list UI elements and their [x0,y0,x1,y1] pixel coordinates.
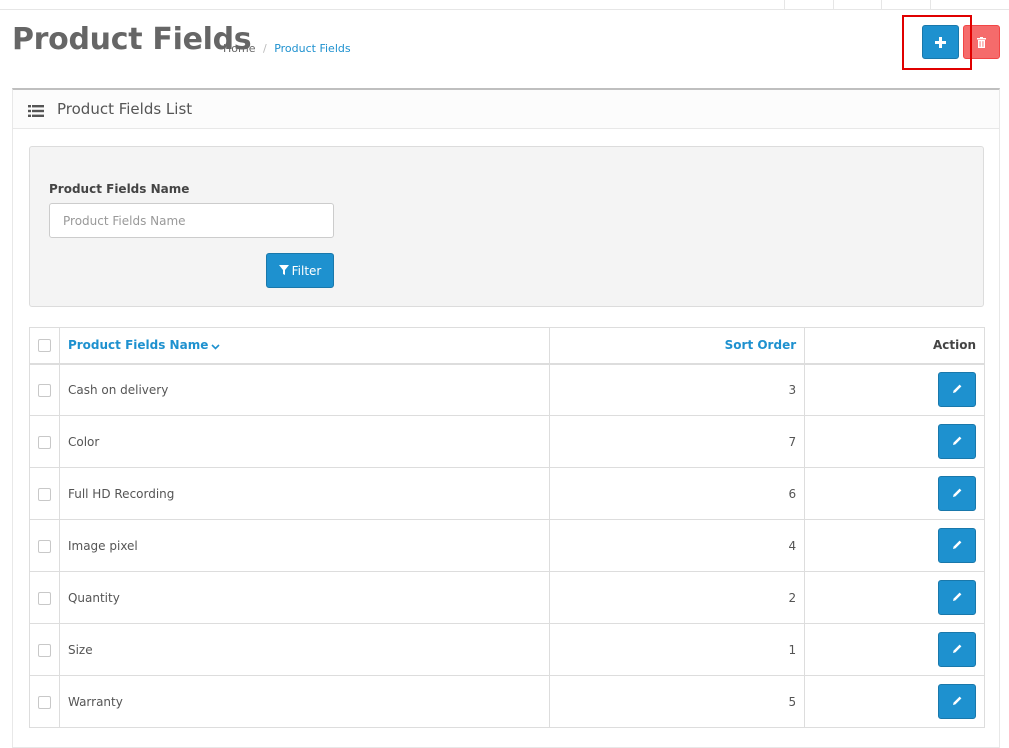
row-checkbox[interactable] [37,487,51,501]
row-sort-order: 1 [549,623,806,676]
row-action-cell [804,675,985,728]
edit-button[interactable] [938,580,976,615]
row-checkbox[interactable] [37,591,51,605]
top-navbar [0,0,1009,10]
filter-section: Product Fields Name Filter [29,146,984,307]
row-sort-order: 5 [549,675,806,728]
row-checkbox[interactable] [37,383,51,397]
product-fields-panel: Product Fields List Product Fields Name … [12,88,1000,748]
row-action-cell [804,467,985,520]
breadcrumb-separator: / [262,42,267,55]
trash-icon [977,33,986,52]
column-header-sort-order[interactable]: Sort Order [549,327,806,365]
pencil-icon [952,643,963,657]
edit-button[interactable] [938,528,976,563]
table-row: Color 7 [29,415,985,468]
pencil-icon [952,435,963,449]
table-header-row: Product Fields Name Sort Order Action [29,327,985,365]
breadcrumb: Home / Product Fields [223,42,351,55]
column-header-name-label: Product Fields Name [67,338,209,352]
row-sort-order: 4 [549,519,806,572]
row-select-cell [29,675,60,728]
row-action-cell [804,363,985,416]
row-checkbox[interactable] [37,539,51,553]
row-name: Quantity [58,571,551,624]
filter-button[interactable]: Filter [266,253,334,288]
select-all-checkbox[interactable] [37,339,51,353]
row-sort-order: 6 [549,467,806,520]
column-header-name[interactable]: Product Fields Name [58,327,551,365]
navbar-divider [930,0,931,10]
navbar-divider [881,0,882,10]
row-action-cell [804,571,985,624]
row-sort-order: 7 [549,415,806,468]
pencil-icon [952,695,963,709]
edit-button[interactable] [938,632,976,667]
table-row: Image pixel 4 [29,519,985,572]
pencil-icon [952,487,963,501]
edit-button[interactable] [938,684,976,719]
product-fields-table: Product Fields Name Sort Order Action Ca… [29,327,985,728]
row-action-cell [804,519,985,572]
filter-name-label: Product Fields Name [49,182,190,196]
edit-button[interactable] [938,372,976,408]
page-title: Product Fields [12,22,252,57]
navbar-divider [833,0,834,10]
row-checkbox[interactable] [37,435,51,449]
table-row: Warranty 5 [29,675,985,728]
table-row: Quantity 2 [29,571,985,624]
table-row: Size 1 [29,623,985,676]
row-checkbox[interactable] [37,695,51,709]
row-name: Full HD Recording [58,467,551,520]
row-name: Cash on delivery [58,363,551,416]
column-header-action: Action [804,327,985,365]
table-row: Full HD Recording 6 [29,467,985,520]
row-sort-order: 2 [549,571,806,624]
navbar-divider [784,0,785,10]
panel-title: Product Fields List [57,100,193,118]
edit-button[interactable] [938,424,976,459]
filter-icon [278,264,289,278]
filter-button-label: Filter [291,263,322,278]
table-row: Cash on delivery 3 [29,363,985,416]
highlight-annotation [902,15,972,70]
row-name: Warranty [58,675,551,728]
edit-button[interactable] [938,476,976,511]
row-select-cell [29,363,60,416]
filter-name-input[interactable] [49,203,334,238]
pencil-icon [952,383,963,397]
row-checkbox[interactable] [37,643,51,657]
row-select-cell [29,519,60,572]
row-action-cell [804,415,985,468]
breadcrumb-home-link[interactable]: Home [223,42,255,55]
row-select-cell [29,415,60,468]
row-select-cell [29,571,60,624]
row-sort-order: 3 [549,363,806,416]
pencil-icon [952,539,963,553]
list-icon [28,102,44,121]
row-select-cell [29,623,60,676]
select-all-cell [29,327,60,365]
row-name: Color [58,415,551,468]
breadcrumb-product-fields-link[interactable]: Product Fields [274,42,350,55]
chevron-down-icon [211,339,220,353]
row-name: Image pixel [58,519,551,572]
row-select-cell [29,467,60,520]
row-action-cell [804,623,985,676]
pencil-icon [952,591,963,605]
panel-heading: Product Fields List [13,90,999,129]
row-name: Size [58,623,551,676]
